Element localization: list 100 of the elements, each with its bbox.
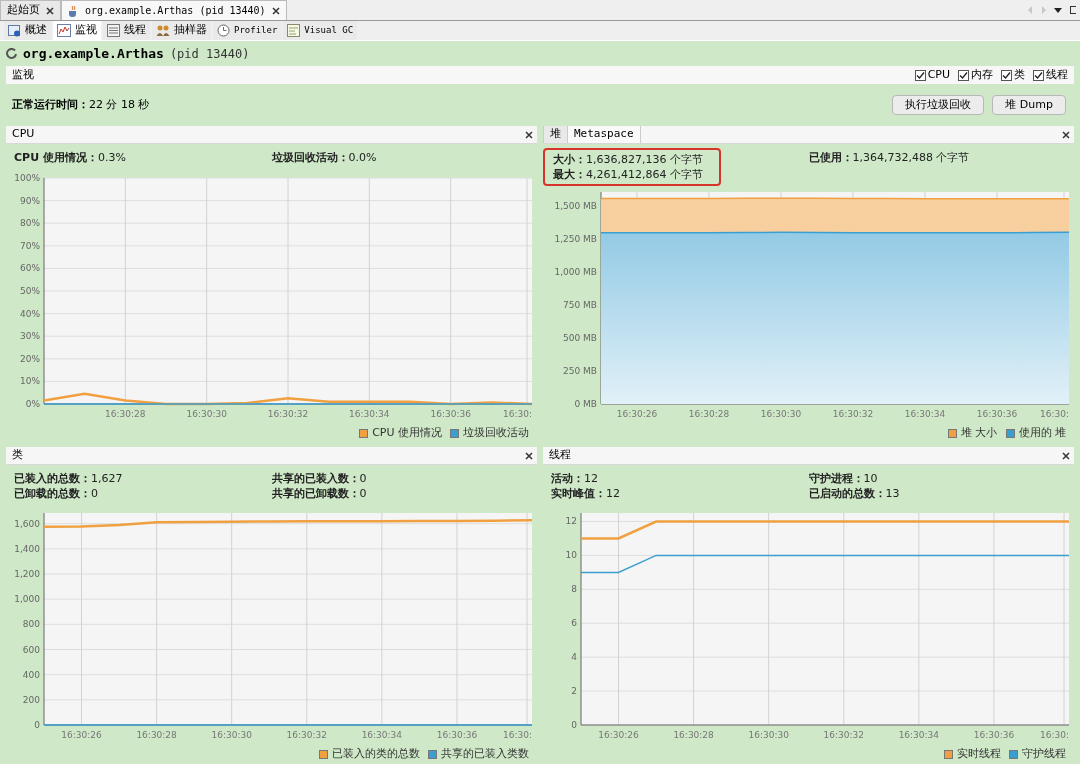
- app-name: org.example.Arthas: [23, 44, 164, 63]
- axis-label: 800: [22, 619, 40, 630]
- axis-label: 16:30:32: [267, 409, 309, 419]
- close-icon[interactable]: [271, 6, 280, 15]
- axis-label: 1,200: [14, 569, 40, 579]
- axis-label: 16:30:32: [832, 409, 874, 419]
- list-icon: [107, 24, 120, 37]
- axis-label: 10: [565, 550, 577, 561]
- axis-label: 100%: [14, 174, 40, 183]
- legend-label: 实时线程: [957, 745, 1001, 762]
- axis-label: 60%: [20, 263, 40, 274]
- legend-label: 使用的 堆: [1018, 424, 1066, 441]
- view-tab[interactable]: Visual GC: [283, 21, 358, 40]
- checkbox[interactable]: 线程: [1033, 66, 1068, 84]
- clock-icon: [217, 24, 230, 37]
- checkbox[interactable]: CPU: [914, 66, 950, 84]
- legend-label: 堆 大小: [961, 424, 998, 441]
- stat-text: 共享的已装入数：0: [271, 471, 368, 486]
- axis-label: 12: [565, 516, 577, 527]
- panel-tab[interactable]: 堆: [543, 126, 568, 143]
- legend-swatch: [319, 749, 328, 759]
- stat-text: CPU 使用情况：0.3%: [14, 150, 127, 165]
- window-icon[interactable]: [1070, 6, 1076, 14]
- legend-swatch: [1009, 749, 1018, 759]
- stat-text: 垃圾回收活动：0.0%: [271, 150, 378, 165]
- checkbox[interactable]: 类: [1001, 66, 1025, 84]
- dropdown-icon[interactable]: [1054, 7, 1062, 13]
- chart-icon: [57, 24, 71, 37]
- axis-label: 400: [22, 669, 40, 680]
- panel-tab[interactable]: Metaspace: [568, 126, 641, 143]
- axis-label: 500 MB: [563, 333, 597, 344]
- axis-label: 16:30:36: [973, 730, 1015, 740]
- axis-label: 0 MB: [574, 399, 597, 409]
- axis-label: 16:30:28: [688, 409, 730, 419]
- axis-label: 4: [571, 652, 577, 663]
- axis-label: 16:30:32: [286, 730, 327, 740]
- axis-label: 8: [571, 584, 577, 595]
- document-tab[interactable]: 起始页: [0, 0, 61, 20]
- axis-label: 16:30:28: [105, 409, 146, 419]
- coffee-cup-icon: [68, 4, 79, 17]
- axis-label: 16:30:26: [616, 409, 658, 419]
- tab-label: 起始页: [7, 2, 40, 19]
- spinner-icon: [6, 48, 17, 59]
- legend-swatch: [359, 428, 369, 438]
- axis-label: 16:30:26: [598, 730, 639, 740]
- view-tab[interactable]: 线程: [103, 21, 150, 40]
- view-tab[interactable]: 概述: [4, 21, 51, 40]
- axis-label: 1,000 MB: [554, 267, 597, 278]
- axis-label: 16:30:34: [898, 730, 940, 740]
- view-tab[interactable]: Profiler: [213, 21, 282, 40]
- axis-label: 1,500 MB: [554, 201, 597, 212]
- stat-text: 已启动的总数：13: [808, 486, 901, 501]
- view-tab[interactable]: 抽样器: [152, 21, 211, 40]
- axis-label: 16:30:30: [760, 409, 802, 419]
- axis-label: 16:30:: [1040, 730, 1069, 740]
- people-icon: [156, 24, 170, 37]
- checkmark-icon: [915, 70, 925, 80]
- checkbox[interactable]: 内存: [958, 66, 993, 84]
- legend-label: 守护线程: [1022, 745, 1066, 762]
- legend-swatch: [1005, 428, 1015, 438]
- panel-icon: [287, 24, 301, 37]
- uptime-text: 正常运行时间：22 分 18 秒: [12, 96, 150, 113]
- close-icon[interactable]: [46, 6, 54, 15]
- stat-text: 最大：4,261,412,864 个字节: [553, 167, 703, 182]
- axis-label: 16:30:26: [61, 730, 102, 740]
- axis-label: 40%: [20, 308, 40, 319]
- action-button[interactable]: 堆 Dump: [992, 95, 1066, 115]
- stat-text: 大小：1,636,827,136 个字节: [553, 152, 703, 167]
- axis-label: 1,250 MB: [554, 234, 597, 245]
- legend-label: 垃圾回收活动: [463, 424, 529, 441]
- checkmark-icon: [1002, 70, 1011, 80]
- axis-label: 16:30:28: [136, 730, 177, 740]
- close-icon[interactable]: [525, 451, 533, 460]
- panel-title: 线程: [548, 447, 572, 464]
- close-icon[interactable]: [1062, 130, 1070, 139]
- axis-label: 90%: [20, 195, 40, 206]
- view-tab[interactable]: 监视: [53, 21, 101, 40]
- info-icon: [8, 24, 21, 37]
- axis-label: 6: [571, 618, 577, 629]
- stat-text: 活动：12: [551, 471, 599, 486]
- legend-swatch: [428, 749, 437, 759]
- axis-label: 80%: [20, 218, 40, 229]
- axis-label: 1,400: [14, 543, 40, 554]
- axis-label: 16:30:36: [976, 409, 1018, 419]
- axis-label: 2: [571, 686, 577, 697]
- section-title: 监视: [12, 66, 34, 83]
- axis-label: 70%: [20, 240, 40, 251]
- close-icon[interactable]: [525, 130, 533, 139]
- axis-label: 16:30:36: [436, 730, 478, 740]
- checkmark-icon: [1034, 70, 1043, 80]
- close-icon[interactable]: [1062, 451, 1070, 460]
- axis-label: 50%: [20, 286, 40, 296]
- axis-label: 16:30:34: [904, 409, 946, 419]
- legend-swatch: [944, 749, 953, 759]
- axis-label: 750 MB: [563, 300, 597, 311]
- document-tab[interactable]: org.example.Arthas (pid 13440): [61, 0, 287, 20]
- action-button[interactable]: 执行垃圾回收: [892, 95, 985, 115]
- axis-label: 1,000: [14, 594, 40, 605]
- axis-label: 16:30:36: [430, 409, 471, 419]
- axis-label: 250 MB: [563, 366, 597, 377]
